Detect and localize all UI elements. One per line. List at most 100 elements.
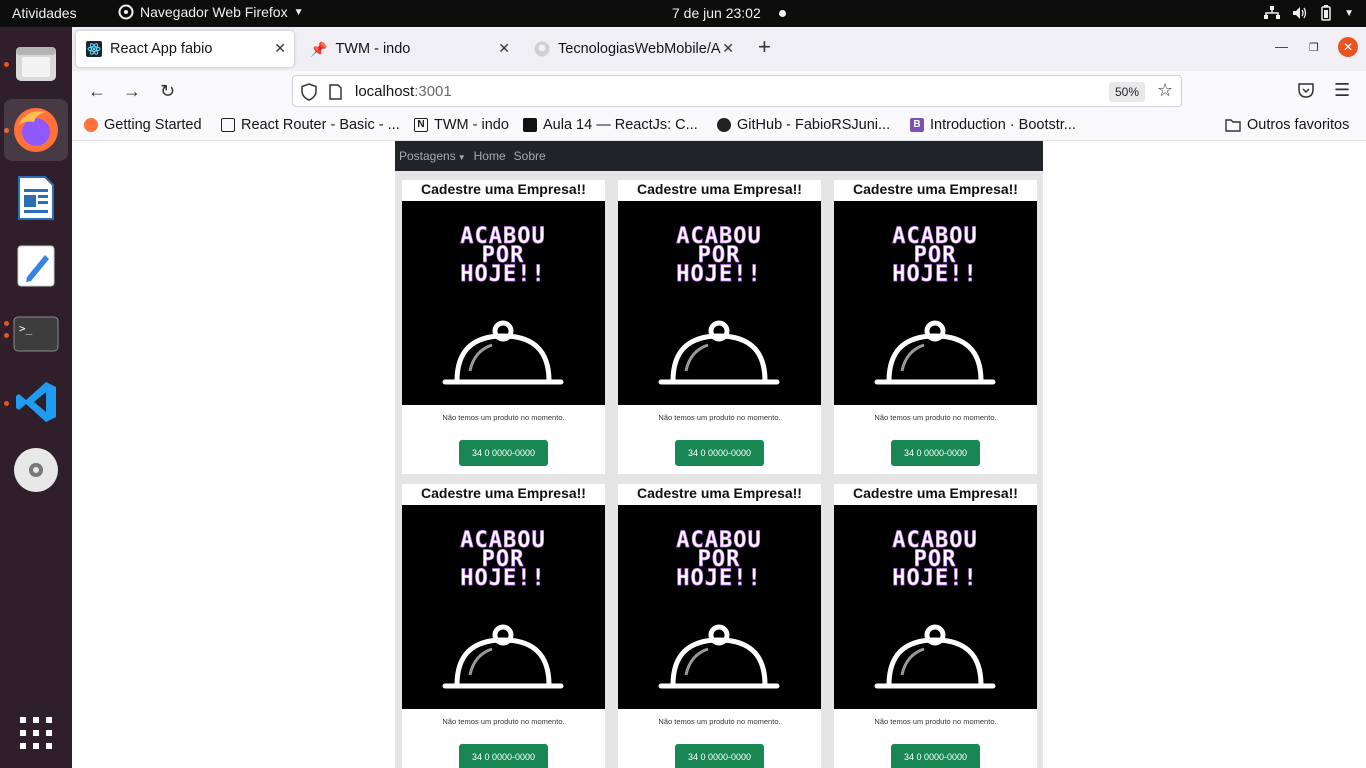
dock-disc[interactable] [4,439,68,501]
card-image: ACABOU POR HOJE!! [402,505,605,709]
bookmark-react-router[interactable]: React Router - Basic - ... [221,117,400,133]
app-menu[interactable]: Navegador Web Firefox ▼ [118,4,304,20]
product-card: Cadestre uma Empresa!! ACABOU POR HOJE!!… [402,484,605,768]
card-image: ACABOU POR HOJE!! [618,201,821,405]
card-title: Cadestre uma Empresa!! [853,485,1018,501]
app-container: Postagens ▼ Home Sobre Cadestre uma Empre… [395,141,1043,768]
close-icon[interactable]: ✕ [498,40,510,57]
dock-terminal[interactable]: >_ [4,303,68,365]
card-title: Cadestre uma Empresa!! [421,181,586,197]
cloche-icon [874,624,996,689]
bookmark-label: React Router - Basic - ... [241,117,400,133]
tab-twm[interactable]: 📌 TWM - indo ✕ [300,31,518,67]
close-icon[interactable]: ✕ [722,40,734,57]
github-icon [534,41,550,57]
image-caption: ACABOU POR HOJE!! [460,224,545,288]
cloche-icon [658,320,780,385]
dock: >_ [0,27,72,768]
url-bar[interactable]: localhost:3001 50% ☆ [292,75,1182,107]
dock-firefox[interactable] [4,99,68,161]
maximize-button[interactable]: ❐ [1309,41,1319,54]
minimize-button[interactable]: — [1275,39,1288,54]
product-card: Cadestre uma Empresa!! ACABOU POR HOJE!!… [618,484,821,768]
phone-button[interactable]: 34 0 0000-0000 [891,744,980,768]
product-card: Cadestre uma Empresa!! ACABOU POR HOJE!!… [834,180,1037,474]
close-icon[interactable]: ✕ [274,40,286,57]
phone-button[interactable]: 34 0 0000-0000 [675,744,764,768]
bookmark-getting-started[interactable]: Getting Started [84,117,202,133]
card-text: Não temos um produto no momento. [874,717,997,726]
svg-text:HOJE!!: HOJE!! [460,566,545,591]
text-editor-icon [17,245,55,287]
vscode-icon [16,382,56,422]
activities-button[interactable]: Atividades [12,5,77,21]
files-icon [16,47,56,81]
caret-down-icon: ▼ [457,153,466,162]
phone-button[interactable]: 34 0 0000-0000 [891,440,980,466]
other-bookmarks[interactable]: Outros favoritos [1225,117,1349,133]
dock-show-apps[interactable] [4,702,68,764]
image-caption: ACABOU POR HOJE!! [676,528,761,592]
system-top-bar: Atividades Navegador Web Firefox ▼ 7 de … [0,0,1366,27]
image-caption: ACABOU POR HOJE!! [892,224,977,288]
firefox-icon [14,108,58,152]
dock-vscode[interactable] [4,371,68,433]
chevron-down-icon: ▼ [293,6,304,18]
zoom-indicator[interactable]: 50% [1109,82,1145,102]
cloche-icon [442,320,564,385]
image-caption: ACABOU POR HOJE!! [892,528,977,592]
svg-text:HOJE!!: HOJE!! [892,566,977,591]
bookmark-twm[interactable]: N TWM - indo [414,117,509,133]
pocket-icon[interactable] [1298,83,1314,98]
hamburger-menu-icon[interactable]: ☰ [1334,80,1350,101]
bookmark-label: Outros favoritos [1247,117,1350,133]
cloche-icon [874,320,996,385]
card-text: Não temos um produto no momento. [442,413,565,422]
dock-files[interactable] [4,32,68,94]
terminal-icon: >_ [13,316,59,352]
image-caption: ACABOU POR HOJE!! [460,528,545,592]
dock-text-editor[interactable] [4,235,68,297]
app-grid-icon [20,717,52,749]
bookmark-label: Introduction · Bootstr... [930,117,1076,133]
card-text: Não temos um produto no momento. [658,717,781,726]
firefox-icon [118,4,134,20]
forward-button[interactable]: → [123,81,141,101]
star-icon[interactable]: ☆ [1157,80,1173,101]
url-text: localhost:3001 [355,83,452,100]
bookmark-bootstrap[interactable]: B Introduction · Bootstr... [910,117,1076,133]
svg-text:HOJE!!: HOJE!! [676,566,761,591]
bookmarks-bar: Getting Started React Router - Basic - .… [72,111,1366,141]
tab-title: TecnologiasWebMobile/A [558,41,721,57]
nav-link-sobre[interactable]: Sobre [514,149,546,163]
chevron-down-icon: ▼ [1344,7,1354,19]
new-tab-button[interactable]: + [758,36,771,58]
tab-title: React App fabio [110,41,213,57]
reload-button[interactable]: ↻ [160,81,175,101]
phone-button[interactable]: 34 0 0000-0000 [675,440,764,466]
nav-link-home[interactable]: Home [474,149,506,163]
phone-button[interactable]: 34 0 0000-0000 [459,440,548,466]
tab-bar: React App fabio ✕ 📌 TWM - indo ✕ Tecnolo… [72,27,1366,71]
clock[interactable]: 7 de jun 23:02 [672,5,761,21]
window-close-button[interactable]: ✕ [1338,37,1358,57]
tab-react-app[interactable]: React App fabio ✕ [76,31,294,67]
pin-icon: 📌 [310,40,328,57]
image-caption: ACABOU POR HOJE!! [676,224,761,288]
bookmark-label: TWM - indo [434,117,509,133]
bookmark-github[interactable]: GitHub - FabioRSJuni... [717,117,890,133]
svg-text:>_: >_ [19,322,33,335]
dock-writer[interactable] [4,167,68,229]
bookmark-aula14[interactable]: Aula 14 — ReactJs: C... [523,117,698,133]
back-button[interactable]: ← [88,81,106,101]
system-tray[interactable]: ▼ [1264,5,1354,21]
network-icon [1264,6,1281,19]
page-info-icon [329,84,342,100]
app-name: Navegador Web Firefox [140,4,288,20]
tab-github[interactable]: TecnologiasWebMobile/A ✕ [524,31,742,67]
phone-button[interactable]: 34 0 0000-0000 [459,744,548,768]
navigation-toolbar: ← → ↻ localhost:3001 50% ☆ ☰ [72,71,1366,111]
battery-icon [1321,5,1331,21]
page-icon [221,118,235,132]
nav-dropdown-postagens[interactable]: Postagens ▼ [399,149,466,163]
